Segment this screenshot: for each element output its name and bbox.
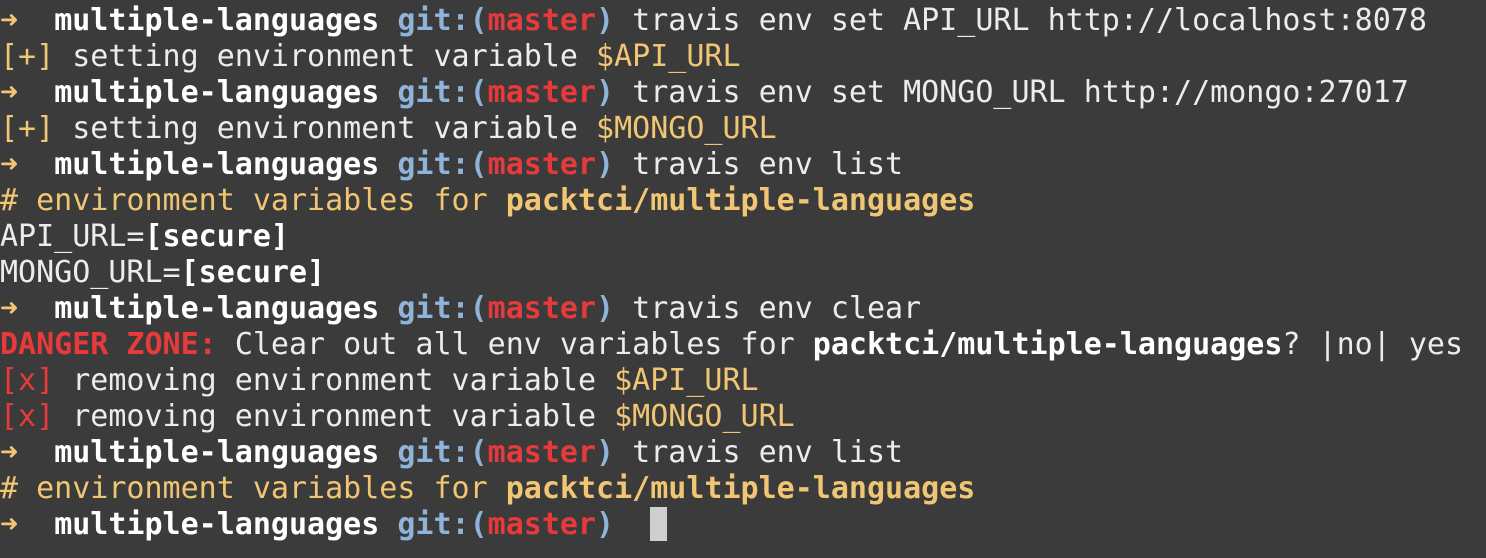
- command-text: travis env set API_URL http://localhost:…: [632, 3, 1427, 38]
- prompt-arrow-icon: ➜: [0, 147, 19, 182]
- prompt-branch: master: [487, 75, 597, 110]
- variable-name: $API_URL: [614, 363, 759, 398]
- command-text: travis env list: [632, 147, 904, 182]
- prompt-git-suffix: ): [596, 507, 615, 542]
- env-var-line: API_URL=[secure]: [0, 219, 1486, 255]
- prompt-branch: master: [487, 291, 597, 326]
- env-var-name: API_URL=: [0, 219, 145, 254]
- prompt-arrow-icon: ➜: [0, 507, 19, 542]
- prompt-branch: master: [487, 147, 597, 182]
- removal-line: [x] removing environment variable $API_U…: [0, 363, 1486, 399]
- prompt-git-prefix: git:(: [397, 507, 488, 542]
- prompt-arrow-icon: ➜: [0, 75, 19, 110]
- prompt-git-prefix: git:(: [397, 435, 488, 470]
- prompt-directory: multiple-languages: [54, 75, 380, 110]
- removal-text: removing environment variable: [72, 399, 597, 434]
- env-var-value: [secure]: [144, 219, 290, 254]
- prompt-git-prefix: git:(: [397, 291, 488, 326]
- prompt-git-prefix: git:(: [397, 3, 488, 38]
- prompt-line: ➜ multiple-languages git:(master): [0, 507, 1486, 543]
- danger-line: DANGER ZONE: Clear out all env variables…: [0, 327, 1486, 363]
- prompt-line: ➜ multiple-languages git:(master) travis…: [0, 75, 1486, 111]
- prompt-arrow-icon: ➜: [0, 435, 19, 470]
- prompt-arrow-icon: ➜: [0, 3, 19, 38]
- variable-name: $MONGO_URL: [596, 111, 777, 146]
- comment-text: # environment variables for: [0, 183, 488, 218]
- env-var-line: MONGO_URL=[secure]: [0, 255, 1486, 291]
- repo-name: packtci/multiple-languages: [812, 327, 1283, 362]
- prompt-directory: multiple-languages: [54, 291, 380, 326]
- removal-marker: [x]: [0, 363, 55, 398]
- removal-line: [x] removing environment variable $MONGO…: [0, 399, 1486, 435]
- prompt-git-suffix: ): [596, 291, 615, 326]
- prompt-directory: multiple-languages: [54, 147, 380, 182]
- status-marker: [+]: [0, 111, 55, 146]
- removal-marker: [x]: [0, 399, 55, 434]
- repo-name: packtci/multiple-languages: [505, 183, 976, 218]
- prompt-line: ➜ multiple-languages git:(master) travis…: [0, 435, 1486, 471]
- env-var-value: [secure]: [180, 255, 326, 290]
- danger-label: DANGER ZONE:: [0, 327, 217, 362]
- prompt-git-suffix: ): [596, 147, 615, 182]
- prompt-directory: multiple-languages: [54, 435, 380, 470]
- prompt-line: ➜ multiple-languages git:(master) travis…: [0, 291, 1486, 327]
- env-var-name: MONGO_URL=: [0, 255, 181, 290]
- removal-text: removing environment variable: [72, 363, 597, 398]
- variable-name: $MONGO_URL: [614, 399, 795, 434]
- command-text: travis env set MONGO_URL http://mongo:27…: [632, 75, 1409, 110]
- command-text: travis env list: [632, 435, 904, 470]
- status-line: [+] setting environment variable $MONGO_…: [0, 111, 1486, 147]
- prompt-git-suffix: ): [596, 3, 615, 38]
- prompt-git-prefix: git:(: [397, 75, 488, 110]
- prompt-branch: master: [487, 507, 597, 542]
- prompt-line: ➜ multiple-languages git:(master) travis…: [0, 147, 1486, 183]
- status-text: setting environment variable: [72, 111, 578, 146]
- terminal-window[interactable]: ➜ multiple-languages git:(master) travis…: [0, 0, 1486, 558]
- prompt-line: ➜ multiple-languages git:(master) travis…: [0, 3, 1486, 39]
- comment-text: # environment variables for: [0, 471, 488, 506]
- danger-text: Clear out all env variables for: [234, 327, 795, 362]
- prompt-directory: multiple-languages: [54, 3, 380, 38]
- status-marker: [+]: [0, 39, 55, 74]
- status-text: setting environment variable: [72, 39, 578, 74]
- terminal-cursor[interactable]: [650, 507, 668, 541]
- prompt-directory: multiple-languages: [54, 507, 380, 542]
- status-line: [+] setting environment variable $API_UR…: [0, 39, 1486, 75]
- prompt-branch: master: [487, 435, 597, 470]
- variable-name: $API_URL: [596, 39, 741, 74]
- prompt-branch: master: [487, 3, 597, 38]
- prompt-arrow-icon: ➜: [0, 291, 19, 326]
- repo-name: packtci/multiple-languages: [505, 471, 976, 506]
- comment-line: # environment variables for packtci/mult…: [0, 183, 1486, 219]
- prompt-git-prefix: git:(: [397, 147, 488, 182]
- command-text: travis env clear: [632, 291, 922, 326]
- prompt-git-suffix: ): [596, 75, 615, 110]
- confirm-question: ? |no| yes: [1282, 327, 1464, 362]
- prompt-git-suffix: ): [596, 435, 615, 470]
- comment-line: # environment variables for packtci/mult…: [0, 471, 1486, 507]
